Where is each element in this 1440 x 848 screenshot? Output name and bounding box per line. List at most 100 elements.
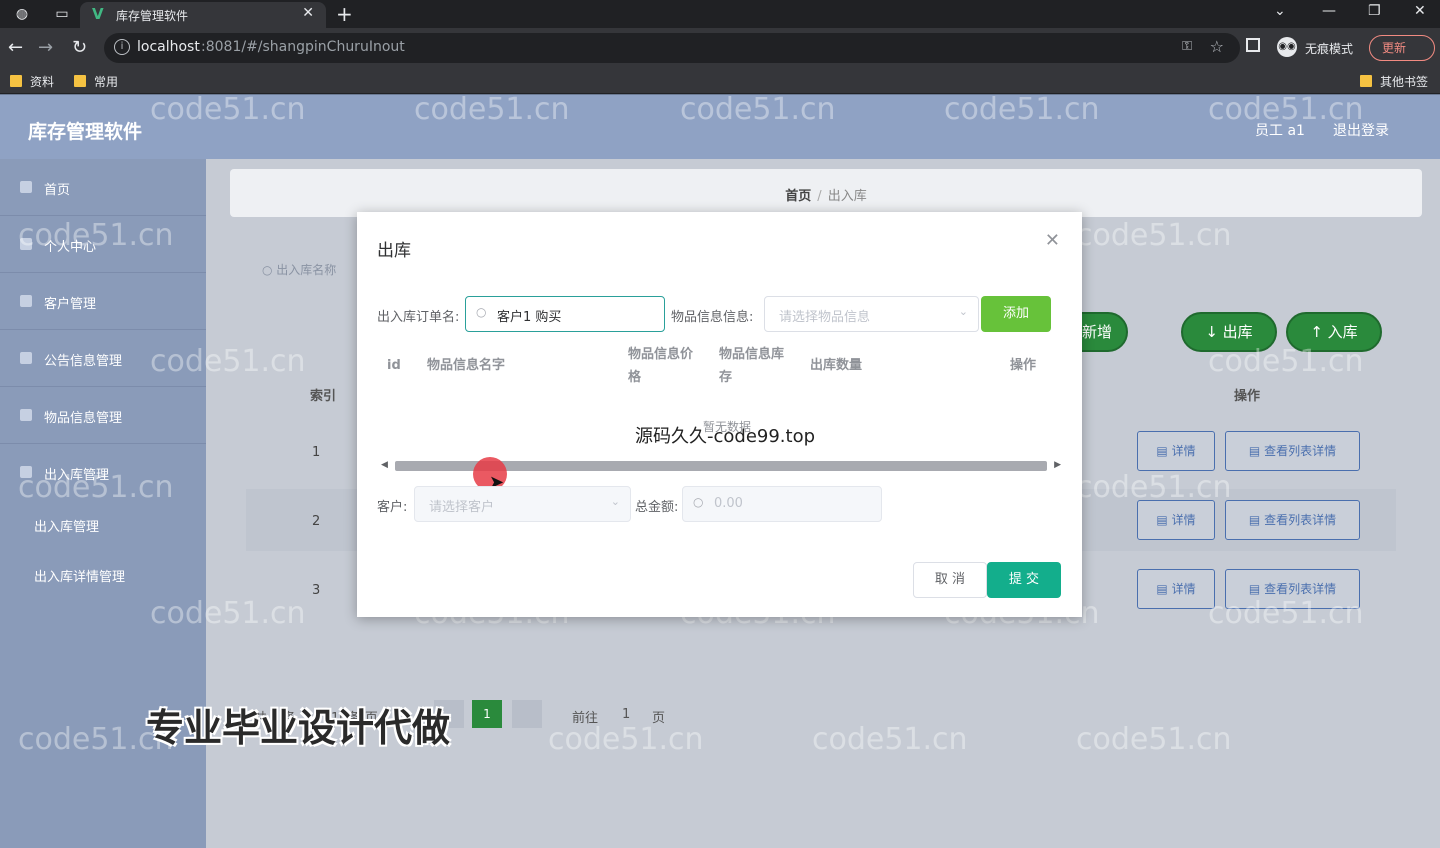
url-host: localhost	[137, 39, 200, 55]
search-icon: ○	[262, 263, 277, 277]
order-name-value: 客户1 购买	[497, 310, 562, 325]
promo-overlay-text: 源码久久-code99.top	[635, 426, 816, 447]
logout-link[interactable]: 退出登录	[1333, 120, 1389, 140]
customer-placeholder: 请选择客户	[429, 500, 495, 515]
add-goods-button[interactable]: 添加	[981, 296, 1051, 332]
sidebar-item-goods[interactable]: 物品信息管理	[0, 387, 206, 444]
globe-icon[interactable]: ◍	[12, 5, 32, 23]
pager-page-suffix: 页	[652, 711, 666, 726]
customer-label: 客户:	[377, 500, 408, 515]
other-bookmarks[interactable]: 其他书签	[1360, 73, 1428, 90]
pager-current-page[interactable]: 1	[472, 700, 502, 728]
sidebar-item-customers[interactable]: 客户管理	[0, 273, 206, 330]
minimize-icon[interactable]: —	[1322, 3, 1336, 19]
restore-icon[interactable]: ❐	[1368, 3, 1381, 19]
app-title: 库存管理软件	[28, 121, 143, 143]
order-name-label: 出入库订单名:	[377, 310, 460, 325]
bookmark-folder[interactable]: 常用	[74, 73, 118, 90]
customer-select[interactable]: 请选择客户 ⌄	[414, 486, 631, 522]
folder-icon	[1360, 75, 1372, 87]
chevron-down-icon: ⌄	[610, 495, 620, 508]
bookmark-folder[interactable]: 资料	[10, 73, 54, 90]
total-amount-value: 0.00	[714, 496, 743, 511]
url-path: :8081/#/shangpinChuruInout	[201, 39, 405, 55]
column-header-goods-name: 物品信息名字	[427, 358, 506, 373]
breadcrumb-separator: /	[817, 189, 822, 204]
sidepanel-icon[interactable]	[1246, 38, 1260, 52]
reload-icon[interactable]: ↻	[72, 37, 87, 58]
submit-button[interactable]: 提 交	[987, 562, 1061, 598]
address-bar[interactable]: i localhost :8081/#/shangpinChuruInout ⚿…	[104, 33, 1240, 63]
sidebar-item-profile[interactable]: 个人中心	[0, 216, 206, 273]
sidebar-item-notices[interactable]: 公告信息管理	[0, 330, 206, 387]
browser-toolbar: ← → ↻ i localhost :8081/#/shangpinChuruI…	[0, 28, 1440, 68]
breadcrumb-current: 出入库	[827, 189, 867, 204]
list-detail-button[interactable]: ▤ 查看列表详情	[1225, 569, 1360, 609]
tab-title: 库存管理软件	[116, 9, 189, 23]
search-icon: ○	[693, 495, 704, 509]
list-detail-button[interactable]: ▤ 查看列表详情	[1225, 431, 1360, 471]
pager-goto-label: 前往	[572, 711, 599, 726]
detail-button[interactable]: ▤ 详情	[1137, 431, 1215, 471]
column-header-goods-stock: 物品信息库存	[719, 347, 785, 385]
sidebar-item-inout[interactable]: 出入库管理	[0, 444, 206, 501]
goods-label: 物品信息信息:	[671, 310, 754, 325]
sidebar-subitem-inout-detail[interactable]: 出入库详情管理	[34, 566, 125, 585]
incognito-label: 无痕模式	[1305, 42, 1354, 56]
incognito-icon[interactable]: ◉◉	[1277, 37, 1297, 57]
column-header-ops: 操作	[1010, 358, 1037, 373]
tab-close-icon[interactable]: ✕	[302, 5, 314, 21]
detail-button[interactable]: ▤ 详情	[1137, 569, 1215, 609]
row-index: 3	[312, 583, 321, 598]
new-tab-button[interactable]: +	[336, 2, 353, 26]
scroll-left-icon[interactable]: ◀	[381, 460, 388, 470]
list-detail-button[interactable]: ▤ 查看列表详情	[1225, 500, 1360, 540]
back-icon[interactable]: ←	[8, 37, 23, 58]
scroll-right-icon[interactable]: ▶	[1054, 460, 1061, 470]
forward-icon[interactable]: →	[38, 37, 53, 58]
key-icon[interactable]: ⚿	[1182, 39, 1192, 54]
browser-tabstrip: ◍ ▭ V 库存管理软件 ✕ + ⌄ — ❐ ✕	[0, 0, 1440, 28]
total-amount-input[interactable]: ○ 0.00	[682, 486, 882, 522]
chevron-down-icon: ⌄	[958, 305, 968, 318]
app-header: 库存管理软件 员工 a1 退出登录	[0, 95, 1440, 159]
close-icon[interactable]: ✕	[1045, 230, 1060, 251]
sidebar-item-home[interactable]: 首页	[0, 159, 206, 216]
breadcrumb: 首页 / 出入库	[230, 169, 1422, 217]
star-icon[interactable]: ☆	[1210, 37, 1224, 56]
cancel-button[interactable]: 取 消	[913, 562, 987, 598]
pager-goto-input[interactable]: 1	[622, 707, 630, 722]
goods-select[interactable]: 请选择物品信息 ⌄	[764, 296, 979, 332]
outbound-dialog: 出库 ✕ 出入库订单名: ○ 客户1 购买 物品信息信息: 请选择物品信息 ⌄ …	[357, 212, 1082, 617]
promo-slogan: 专业毕业设计代做	[146, 706, 451, 750]
breadcrumb-home[interactable]: 首页	[785, 189, 811, 204]
row-index: 2	[312, 514, 321, 529]
row-index: 1	[312, 445, 321, 460]
column-header-out-qty: 出库数量	[810, 358, 863, 373]
search-input-placeholder[interactable]: ○ 出入库名称	[262, 261, 336, 278]
order-name-input[interactable]: ○ 客户1 购买	[465, 296, 665, 332]
pager-next-button[interactable]	[512, 700, 542, 728]
goods-placeholder: 请选择物品信息	[779, 310, 871, 325]
folder-icon	[10, 75, 22, 87]
window-close-icon[interactable]: ✕	[1414, 3, 1426, 19]
column-header-id: id	[387, 358, 401, 373]
sidebar-subitem-inout[interactable]: 出入库管理	[34, 516, 99, 535]
update-button[interactable]: 更新	[1369, 35, 1435, 61]
browser-tab-active[interactable]: V 库存管理软件 ✕	[80, 2, 326, 28]
column-header-ops: 操作	[1234, 389, 1261, 404]
column-header-index: 索引	[310, 389, 337, 404]
folder-icon	[74, 75, 86, 87]
total-label: 总金额:	[635, 500, 679, 515]
bookmarks-bar: 资料 常用 其他书签	[0, 68, 1440, 94]
column-header-goods-price: 物品信息价格	[628, 347, 694, 385]
window-icon[interactable]: ▭	[52, 5, 72, 23]
detail-button[interactable]: ▤ 详情	[1137, 500, 1215, 540]
dialog-title: 出库	[377, 241, 411, 261]
outbound-button[interactable]: ↓ 出库	[1181, 312, 1277, 352]
vue-logo-icon: V	[92, 5, 104, 23]
inbound-button[interactable]: ↑ 入库	[1286, 312, 1382, 352]
info-icon[interactable]: i	[114, 39, 130, 55]
tab-search-icon[interactable]: ⌄	[1274, 3, 1286, 19]
search-icon: ○	[476, 305, 487, 319]
